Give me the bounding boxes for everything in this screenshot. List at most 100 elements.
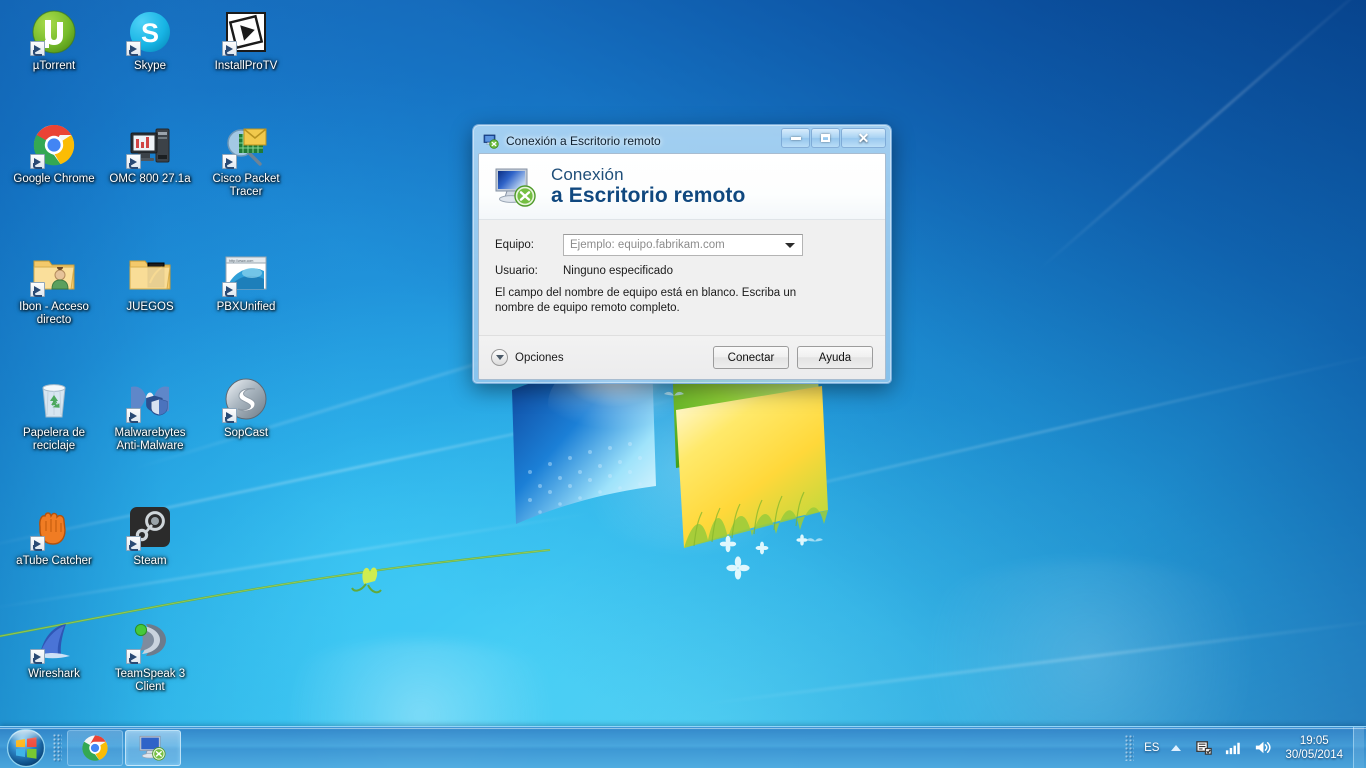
- desktop-icon-google-chrome[interactable]: Google Chrome: [6, 115, 102, 199]
- shortcut-arrow-icon: [222, 408, 237, 423]
- remote-desktop-large-icon: [493, 165, 539, 209]
- desktop-icon-installprotv[interactable]: InstallProTV: [198, 2, 294, 73]
- games-folder-icon: [126, 249, 174, 297]
- desktop-icon-label: SopCast: [223, 427, 269, 439]
- start-button[interactable]: [1, 728, 51, 768]
- wallpaper-light-streak: [1035, 0, 1366, 273]
- desktop-icon-juegos[interactable]: JUEGOS: [102, 243, 198, 327]
- shortcut-arrow-icon: [126, 408, 141, 423]
- desktop-icon-label: Steam: [133, 555, 167, 567]
- tray-grip[interactable]: [1125, 734, 1135, 761]
- malwarebytes-icon: [126, 375, 174, 423]
- svg-text:http://www.com: http://www.com: [229, 259, 253, 263]
- shortcut-arrow-icon: [222, 41, 237, 56]
- clock[interactable]: 19:05 30/05/2014: [1281, 734, 1353, 762]
- dialog-header: Conexión a Escritorio remoto: [479, 154, 885, 220]
- minimize-button[interactable]: [781, 128, 810, 148]
- sopcast-icon: [222, 375, 270, 423]
- maximize-button[interactable]: [811, 128, 840, 148]
- svg-text:S: S: [141, 18, 159, 48]
- desktop-icon-label: Malwarebytes Anti-Malware: [114, 427, 186, 452]
- shortcut-arrow-icon: [126, 649, 141, 664]
- installprotv-icon: [222, 8, 270, 56]
- omc800-icon: [126, 121, 174, 169]
- taskbar-button-remote-desktop[interactable]: [125, 729, 181, 766]
- user-folder-icon: [30, 249, 78, 297]
- chrome-icon: [30, 121, 78, 169]
- desktop-icon-cisco-packet-tracer[interactable]: Cisco Packet Tracer: [198, 115, 294, 199]
- desktop-icon-papelera-de-reciclaje[interactable]: Papelera de reciclaje: [6, 369, 102, 453]
- desktop-icon-teamspeak-3-client[interactable]: TeamSpeak 3 Client: [102, 610, 198, 694]
- desktop-icon-label: Cisco Packet Tracer: [212, 173, 280, 198]
- user-row: Usuario: Ninguno especificado: [495, 265, 871, 277]
- desktop-icon-omc800[interactable]: OMC 800 27.1a: [102, 115, 198, 199]
- teamspeak-icon: [126, 616, 174, 664]
- chevron-down-icon[interactable]: [785, 243, 795, 248]
- desktop-icon-row: Ibon - Acceso directo JUEGOS http://www.…: [6, 243, 296, 327]
- clock-time: 19:05: [1299, 734, 1329, 747]
- help-button[interactable]: Ayuda: [797, 346, 873, 369]
- remote-desktop-icon: [483, 133, 499, 149]
- close-icon: ✕: [857, 130, 870, 146]
- show-desktop-button[interactable]: [1353, 726, 1364, 768]
- computer-label: Equipo:: [495, 239, 535, 251]
- remote-desktop-icon: [138, 733, 168, 763]
- pbxunified-icon: http://www.com: [222, 249, 270, 297]
- atube-catcher-icon: [30, 503, 78, 551]
- desktop-icon-sopcast[interactable]: SopCast: [198, 369, 294, 453]
- action-center-icon[interactable]: [1194, 738, 1214, 758]
- desktop-icon-grid: µTorrent S Skype InstallProTV Google Chr…: [6, 2, 296, 694]
- desktop-icon-label: OMC 800 27.1a: [109, 173, 191, 185]
- remote-desktop-connection-window[interactable]: Conexión a Escritorio remoto ✕ Conexión …: [472, 124, 892, 384]
- desktop-icon-label: Skype: [134, 60, 166, 72]
- connect-button[interactable]: Conectar: [713, 346, 789, 369]
- desktop-icon-label: JUEGOS: [126, 301, 174, 313]
- chevron-down-icon: [491, 349, 508, 366]
- desktop-icon-atube-catcher[interactable]: aTube Catcher: [6, 497, 102, 568]
- warning-text: El campo del nombre de equipo está en bl…: [495, 287, 797, 314]
- shortcut-arrow-icon: [222, 282, 237, 297]
- windows-orb-icon: [6, 728, 46, 767]
- desktop-icon-row: Papelera de reciclaje Malwarebytes Anti-…: [6, 369, 296, 453]
- desktop-icon-utorrent[interactable]: µTorrent: [6, 2, 102, 73]
- shortcut-arrow-icon: [30, 649, 45, 664]
- computer-row: Equipo: Ejemplo: equipo.fabrikam.com: [495, 234, 871, 256]
- options-toggle-button[interactable]: Opciones: [491, 349, 564, 366]
- desktop-icon-wireshark[interactable]: Wireshark: [6, 610, 102, 694]
- shortcut-arrow-icon: [222, 154, 237, 169]
- desktop-icon-label: PBXUnified: [216, 301, 276, 313]
- skype-icon: S: [126, 8, 174, 56]
- network-signal-icon[interactable]: [1223, 738, 1243, 758]
- desktop-icon-ibon-acceso-directo[interactable]: Ibon - Acceso directo: [6, 243, 102, 327]
- recycle-bin-icon: [30, 375, 78, 423]
- desktop-icon-skype[interactable]: S Skype: [102, 2, 198, 73]
- taskbar[interactable]: ES 19:05 30/05/2014: [0, 726, 1366, 768]
- desktop-icon-row: Google Chrome OMC 800 27.1a Cisco Packet…: [6, 115, 296, 199]
- dialog-footer: Opciones Conectar Ayuda: [479, 335, 885, 379]
- packet-tracer-icon: [222, 121, 270, 169]
- options-label: Opciones: [515, 351, 564, 364]
- volume-icon[interactable]: [1252, 738, 1272, 758]
- windows-logo-wallpaper: [512, 352, 828, 580]
- shortcut-arrow-icon: [126, 154, 141, 169]
- language-indicator[interactable]: ES: [1144, 742, 1159, 754]
- steam-icon: [126, 503, 174, 551]
- chevron-up-icon[interactable]: [1171, 744, 1182, 751]
- desktop-icon-steam[interactable]: Steam: [102, 497, 198, 568]
- computer-combobox[interactable]: Ejemplo: equipo.fabrikam.com: [563, 234, 803, 256]
- system-tray: ES 19:05 30/05/2014: [1125, 726, 1366, 768]
- chrome-icon: [80, 733, 110, 763]
- window-titlebar[interactable]: Conexión a Escritorio remoto ✕: [478, 128, 886, 153]
- computer-input[interactable]: Ejemplo: equipo.fabrikam.com: [570, 239, 725, 251]
- taskbar-grip[interactable]: [53, 733, 62, 762]
- desktop-icon-label: aTube Catcher: [16, 555, 92, 567]
- taskbar-button-google-chrome[interactable]: [67, 729, 123, 766]
- desktop-icon-pbxunified[interactable]: http://www.com PBXUnified: [198, 243, 294, 327]
- desktop[interactable]: µTorrent S Skype InstallProTV Google Chr…: [0, 0, 1366, 768]
- close-button[interactable]: ✕: [841, 128, 886, 148]
- desktop-icon-row: µTorrent S Skype InstallProTV: [6, 2, 296, 73]
- desktop-icon-label: Google Chrome: [13, 173, 95, 185]
- shortcut-arrow-icon: [30, 154, 45, 169]
- dialog-form: Equipo: Ejemplo: equipo.fabrikam.com Usu…: [479, 220, 885, 316]
- desktop-icon-malwarebytes[interactable]: Malwarebytes Anti-Malware: [102, 369, 198, 453]
